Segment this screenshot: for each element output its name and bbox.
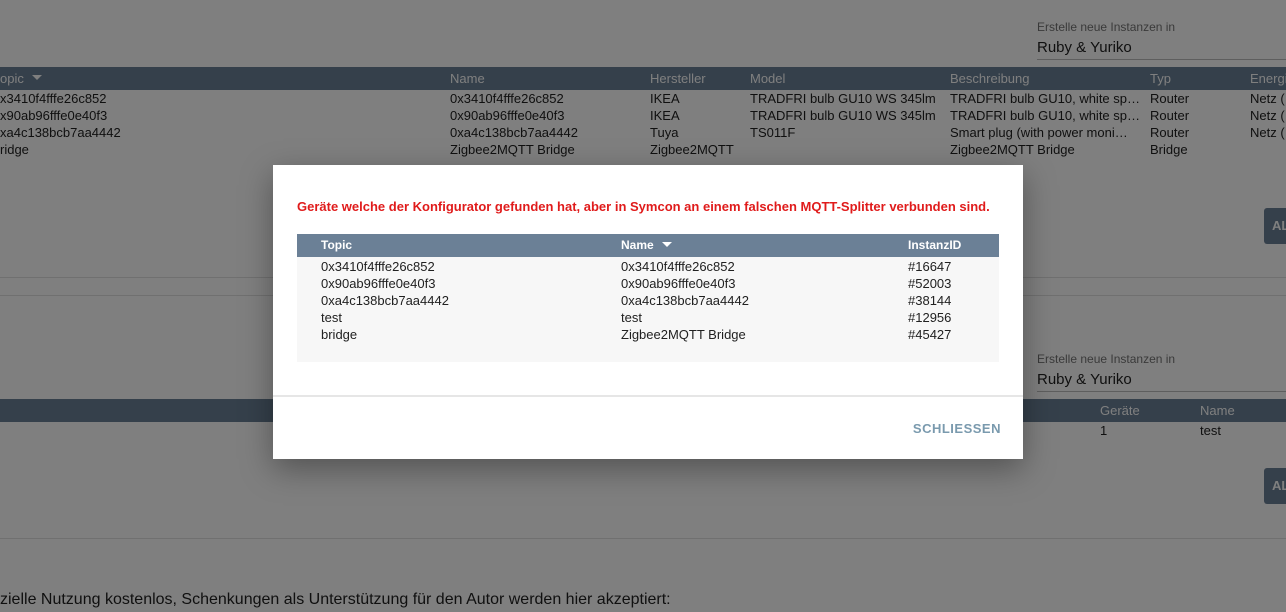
dialog-table-header: Topic Name InstanzID — [297, 234, 999, 257]
table-row[interactable]: bridge Zigbee2MQTT Bridge #45427 — [297, 327, 999, 344]
dialog-message: Geräte welche der Konfigurator gefunden … — [297, 199, 990, 214]
table-cell: #38144 — [908, 293, 952, 308]
table-cell: 0x90ab96fffe0e40f3 — [621, 276, 736, 291]
table-cell: 0x90ab96fffe0e40f3 — [321, 276, 436, 291]
table-cell: Zigbee2MQTT Bridge — [621, 327, 746, 342]
table-cell: #52003 — [908, 276, 952, 291]
table-cell: 0x3410f4fffe26c852 — [321, 259, 435, 274]
table-row[interactable]: 0xa4c138bcb7aa4442 0xa4c138bcb7aa4442 #381… — [297, 293, 999, 310]
table-cell: test — [621, 310, 642, 325]
table-cell: #45427 — [908, 327, 952, 342]
table-row[interactable]: 0x3410f4fffe26c852 0x3410f4fffe26c852 #166… — [297, 259, 999, 276]
wrong-splitter-dialog: Geräte welche der Konfigurator gefunden … — [273, 165, 1023, 459]
close-button[interactable]: SCHLIESSEN — [913, 421, 1001, 436]
table-row[interactable]: 0x90ab96fffe0e40f3 0x90ab96fffe0e40f3 #520… — [297, 276, 999, 293]
table-cell: 0xa4c138bcb7aa4442 — [321, 293, 449, 308]
column-instance-id[interactable]: InstanzID — [908, 238, 961, 252]
table-cell: bridge — [321, 327, 358, 342]
sort-descending-icon — [661, 242, 672, 247]
table-row[interactable]: test test #12956 — [297, 310, 999, 327]
table-cell: #16647 — [908, 259, 952, 274]
column-name[interactable]: Name — [621, 238, 672, 252]
table-cell: test — [321, 310, 342, 325]
table-cell: 0x3410f4fffe26c852 — [621, 259, 735, 274]
column-topic[interactable]: Topic — [321, 238, 352, 252]
table-cell: #12956 — [908, 310, 952, 325]
dialog-divider — [273, 395, 1023, 397]
table-cell: 0xa4c138bcb7aa4442 — [621, 293, 749, 308]
dialog-table: Topic Name InstanzID 0x3410f4fffe26c852 0… — [297, 234, 999, 362]
